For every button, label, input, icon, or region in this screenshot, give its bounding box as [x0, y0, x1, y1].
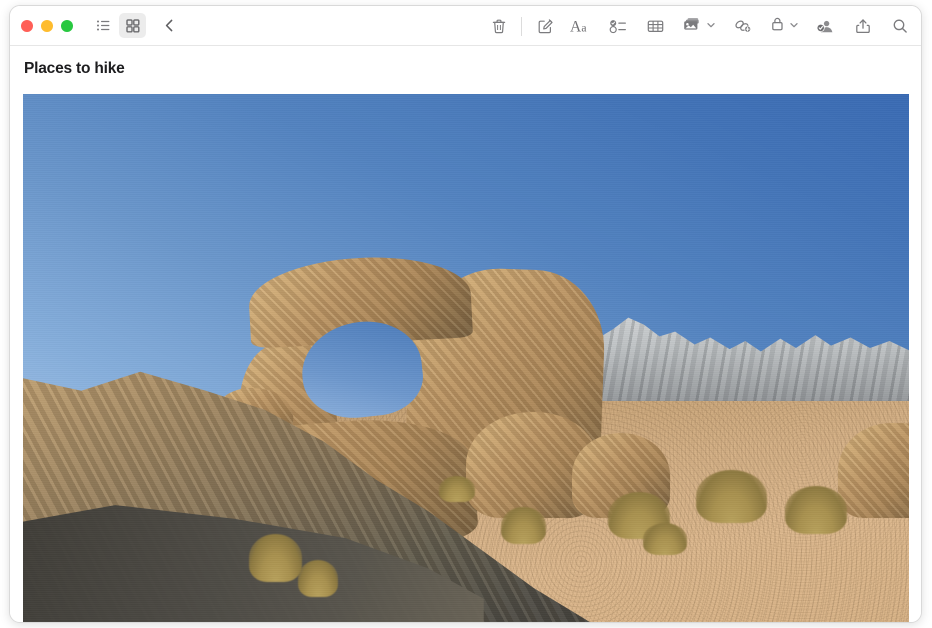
note-title[interactable]: Places to hike — [10, 46, 921, 78]
photo-brush-tuft — [643, 523, 687, 555]
note-toolbar: A a — [485, 6, 913, 46]
checklist-icon — [609, 17, 628, 35]
trash-icon — [490, 17, 508, 35]
notes-window: A a — [9, 5, 922, 623]
toolbar-separator — [521, 17, 522, 36]
add-person-icon — [815, 17, 836, 35]
view-mode-controls — [90, 13, 181, 38]
maximize-window-button[interactable] — [61, 20, 73, 32]
photo-brush-tuft — [501, 507, 545, 544]
photo-mobius-arch — [23, 94, 909, 623]
photo-brush-tuft — [785, 486, 847, 534]
photo-brush-tuft — [696, 470, 767, 523]
list-view-button[interactable] — [90, 13, 117, 38]
format-button[interactable]: A a — [568, 14, 595, 39]
table-icon — [646, 17, 665, 35]
photo-brush-tuft — [298, 560, 338, 597]
list-view-icon — [95, 17, 112, 34]
checklist-button[interactable] — [605, 14, 632, 39]
format-aa-icon: A a — [569, 17, 595, 35]
link-add-icon — [732, 17, 754, 35]
photo-brush-tuft — [439, 476, 474, 503]
grid-view-button[interactable] — [119, 13, 146, 38]
svg-text:A: A — [570, 18, 582, 35]
search-icon — [891, 17, 909, 35]
svg-text:a: a — [581, 21, 586, 34]
back-button[interactable] — [157, 13, 181, 38]
chevron-left-icon — [162, 17, 177, 34]
window-titlebar: A a — [10, 6, 921, 46]
share-button[interactable] — [849, 14, 876, 39]
lock-icon — [769, 15, 786, 38]
compose-icon — [536, 17, 554, 35]
table-button[interactable] — [642, 14, 669, 39]
traffic-lights — [21, 20, 73, 32]
chevron-down-icon — [789, 17, 799, 35]
lock-note-button[interactable] — [766, 14, 802, 39]
note-editor[interactable]: Places to hike — [10, 46, 921, 623]
add-link-button[interactable] — [729, 14, 756, 39]
note-photo-attachment[interactable] — [23, 94, 909, 623]
photo-brush-tuft — [249, 534, 302, 582]
media-photo-icon — [682, 15, 703, 38]
minimize-window-button[interactable] — [41, 20, 53, 32]
collaborate-button[interactable] — [812, 14, 839, 39]
media-button[interactable] — [679, 14, 719, 39]
grid-view-icon — [124, 17, 141, 34]
compose-note-button[interactable] — [531, 14, 558, 39]
delete-note-button[interactable] — [485, 14, 512, 39]
share-icon — [854, 17, 872, 35]
close-window-button[interactable] — [21, 20, 33, 32]
search-button[interactable] — [886, 14, 913, 39]
chevron-down-icon — [706, 17, 716, 35]
